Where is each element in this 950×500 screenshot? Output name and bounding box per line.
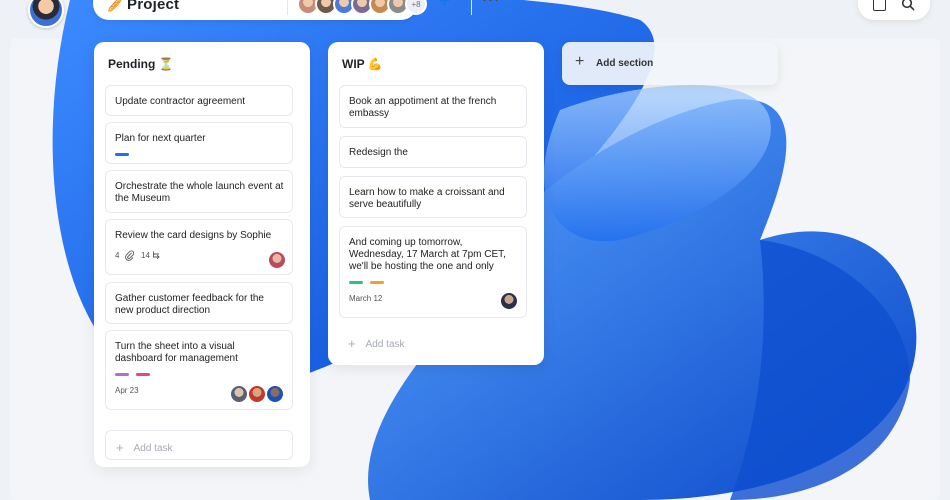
label-tag <box>115 373 129 376</box>
add-section-label: Add section <box>596 58 654 69</box>
add-task-label: Add task <box>365 339 405 350</box>
task-title: And coming up tomorrow, Wednesday, 17 Ma… <box>349 237 506 272</box>
task-card[interactable]: And coming up tomorrow, Wednesday, 17 Ma… <box>339 226 527 318</box>
task-title: Orchestrate the whole launch event at th… <box>115 181 284 204</box>
column-pending: Pending ⏳ Update contractor agreement Pl… <box>94 42 310 467</box>
add-task-label: Add task <box>133 443 173 454</box>
plus-icon: + <box>575 53 585 70</box>
divider <box>471 0 472 15</box>
task-card[interactable]: Review the card designs by Sophie 4 14 <box>105 219 293 275</box>
task-card[interactable]: Redesign the <box>339 136 527 168</box>
column-wip: WIP 💪 Book an appotiment at the french e… <box>328 42 544 365</box>
task-title: Turn the sheet into a visual dashboard f… <box>115 341 238 364</box>
add-task-button[interactable]: + Add task <box>339 330 527 354</box>
task-card[interactable]: Learn how to make a croissant and serve … <box>339 176 527 218</box>
plus-icon: + <box>348 336 356 351</box>
column-title: WIP 💪 <box>342 57 383 71</box>
square-icon[interactable] <box>873 0 886 11</box>
avatar[interactable] <box>268 251 286 269</box>
more-options-button[interactable]: ··· <box>482 0 500 8</box>
avatar[interactable] <box>266 385 284 403</box>
add-member-button[interactable]: + <box>439 0 450 13</box>
toolbar-right <box>858 0 930 20</box>
column-title: Pending ⏳ <box>108 57 174 71</box>
project-icon: 🥖 <box>107 0 124 12</box>
project-title[interactable]: Project <box>127 0 179 13</box>
task-title: Book an appotiment at the french embassy <box>349 96 497 119</box>
label-tag <box>370 281 384 284</box>
task-card[interactable]: Update contractor agreement <box>105 85 293 116</box>
avatar[interactable] <box>230 385 248 403</box>
divider <box>287 0 288 15</box>
task-title: Plan for next quarter <box>115 133 206 144</box>
search-icon[interactable] <box>901 0 915 11</box>
subtask-count: 14 <box>141 251 150 260</box>
project-header: 🥖 Project +8 + ··· <box>93 0 499 20</box>
due-date: Apr 23 <box>115 386 139 395</box>
task-card[interactable]: Plan for next quarter <box>105 122 293 164</box>
more-members-count[interactable]: +8 <box>405 0 427 15</box>
task-title: Update contractor agreement <box>115 96 246 107</box>
task-title: Gather customer feedback for the new pro… <box>115 293 264 316</box>
top-bar: 🥖 Project +8 + ··· <box>0 0 950 30</box>
plus-icon: + <box>116 440 124 455</box>
task-title: Redesign the <box>349 147 408 158</box>
attachment-count: 4 <box>115 251 120 260</box>
label-tag <box>349 281 363 284</box>
label-tag <box>115 153 129 156</box>
task-title: Review the card designs by Sophie <box>115 230 272 241</box>
task-card[interactable]: Book an appotiment at the french embassy <box>339 85 527 128</box>
add-task-button[interactable]: + Add task <box>105 430 293 460</box>
add-section-button[interactable]: + Add section <box>562 42 778 85</box>
member-avatars[interactable]: +8 <box>297 0 427 15</box>
task-card[interactable]: Gather customer feedback for the new pro… <box>105 282 293 324</box>
user-avatar[interactable] <box>28 0 64 28</box>
task-card[interactable]: Orchestrate the whole launch event at th… <box>105 170 293 213</box>
task-title: Learn how to make a croissant and serve … <box>349 187 505 210</box>
subtask-icon <box>153 251 160 260</box>
avatar[interactable] <box>248 385 266 403</box>
label-tag <box>136 373 150 376</box>
task-card[interactable]: Turn the sheet into a visual dashboard f… <box>105 330 293 410</box>
due-date: March 12 <box>349 294 383 303</box>
avatar[interactable] <box>500 292 518 310</box>
paperclip-icon <box>125 250 134 261</box>
